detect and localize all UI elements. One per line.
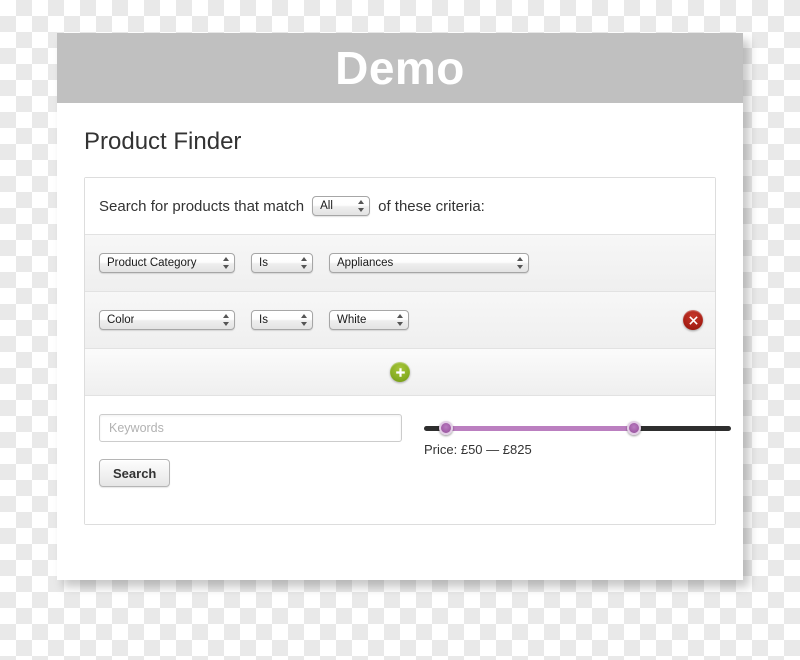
add-criteria-button[interactable] [390,362,410,383]
sort-arrows-icon [222,257,229,270]
sort-arrows-icon [300,257,307,270]
search-controls: Search [99,414,402,488]
plus-icon [395,368,405,377]
remove-criteria-button[interactable] [683,310,703,331]
criteria-operator-select-value: Is [259,257,268,270]
criteria-row: Color Is White [85,292,715,350]
demo-window: Demo Product Finder Search for products … [57,33,743,580]
criteria-operator-select-value: Is [259,314,268,327]
criteria-field-select-value: Color [107,314,135,327]
keywords-input[interactable] [99,414,402,443]
criteria-intro-row: Search for products that match All of th… [85,178,715,236]
criteria-field-select[interactable]: Color [99,310,235,331]
criteria-value-select[interactable]: White [329,310,409,331]
sort-arrows-icon [396,314,403,327]
product-finder-panel: Search for products that match All of th… [84,177,731,526]
sort-arrows-icon [357,200,364,213]
page-title: Product Finder [84,128,242,155]
price-range-label: Price: £50 — £825 [424,442,532,458]
slider-handle-min[interactable] [439,421,453,436]
add-criteria-row [85,349,715,397]
sort-arrows-icon [516,257,523,270]
criteria-value-select[interactable]: Appliances [329,253,529,274]
criteria-value-select-value: Appliances [337,257,394,270]
price-filter: Price: £50 — £825 [424,414,731,457]
match-type-select[interactable]: All [312,196,371,217]
search-footer-row: Search Price: £50 — £825 [85,396,731,525]
criteria-operator-select[interactable]: Is [251,253,313,274]
window-body: Product Finder Search for products that … [57,103,743,526]
window-title: Demo [335,42,465,94]
slider-selected-range [446,426,634,432]
price-range-slider[interactable] [424,421,731,436]
search-button[interactable]: Search [99,459,171,488]
close-icon [688,316,698,325]
criteria-intro-prefix: Search for products that match [99,197,305,215]
criteria-intro-suffix: of these criteria: [378,197,485,215]
match-type-select-value: All [320,200,333,213]
criteria-row: Product Category Is Appliances [85,235,715,293]
criteria-field-select-value: Product Category [107,257,197,270]
criteria-operator-select[interactable]: Is [251,310,313,331]
criteria-field-select[interactable]: Product Category [99,253,235,274]
window-header: Demo [57,33,743,103]
sort-arrows-icon [222,314,229,327]
slider-handle-max[interactable] [627,421,641,436]
sort-arrows-icon [300,314,307,327]
criteria-value-select-value: White [337,314,367,327]
